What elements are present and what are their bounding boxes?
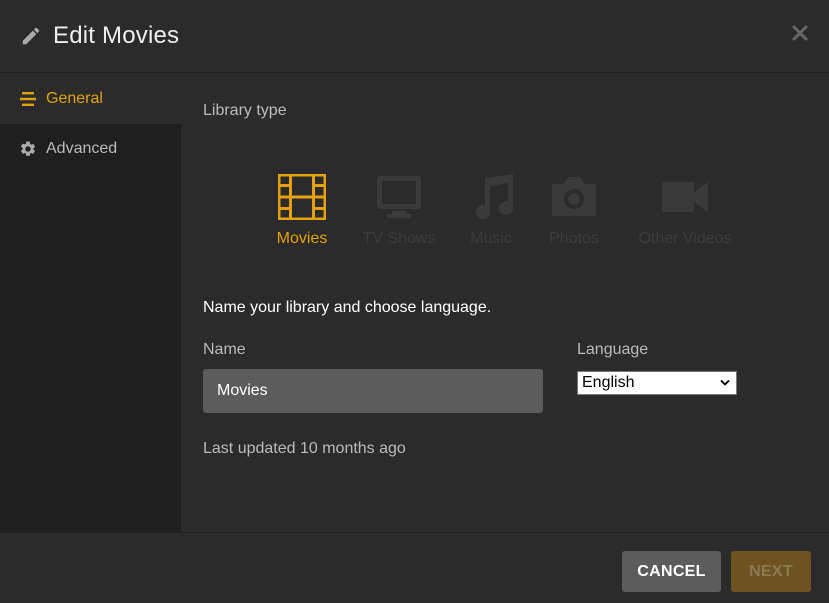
main-content: Library type Movies TV Shows Music Photo…: [181, 74, 829, 532]
edit-library-dialog: Edit Movies General Advanced Library typ…: [0, 0, 829, 603]
chevron-down-icon: [720, 379, 730, 386]
library-type-label: Other Videos: [638, 230, 732, 247]
last-updated-text: Last updated 10 months ago: [203, 440, 406, 457]
film-icon: [278, 174, 326, 220]
sidebar-item-advanced[interactable]: Advanced: [0, 124, 181, 174]
dialog-title: Edit Movies: [53, 22, 180, 49]
library-type-label: TV Shows: [362, 230, 436, 247]
sidebar-item-label: General: [46, 90, 103, 107]
sidebar-item-general[interactable]: General: [0, 74, 181, 124]
tv-icon: [377, 176, 421, 218]
language-select[interactable]: English: [577, 371, 737, 395]
next-button[interactable]: NEXT: [731, 551, 811, 592]
list-icon: [20, 92, 36, 106]
language-select-value: English: [582, 374, 635, 391]
close-icon[interactable]: [791, 24, 809, 42]
music-note-icon: [476, 174, 514, 220]
dialog-footer: CANCEL NEXT: [0, 532, 829, 603]
gear-icon: [20, 141, 36, 156]
library-name-input[interactable]: [203, 369, 543, 413]
camera-icon: [552, 177, 596, 216]
library-type-label: Photos: [549, 230, 599, 247]
library-type-label: Music: [470, 230, 512, 247]
library-type-tv-shows[interactable]: TV Shows: [357, 174, 441, 248]
video-camera-icon: [662, 182, 708, 212]
sidebar: General Advanced: [0, 74, 181, 532]
library-type-label: Movies: [276, 230, 328, 247]
section-heading: Name your library and choose language.: [203, 299, 492, 316]
library-type-music[interactable]: Music: [461, 174, 521, 248]
language-label: Language: [577, 341, 649, 358]
dialog-header: Edit Movies: [0, 0, 829, 73]
library-type-selector: Movies TV Shows Music Photos Other Video…: [181, 174, 829, 254]
name-label: Name: [203, 341, 246, 358]
pencil-icon: [22, 27, 40, 45]
cancel-button[interactable]: CANCEL: [622, 551, 721, 592]
sidebar-item-label: Advanced: [46, 140, 118, 157]
library-type-other-videos[interactable]: Other Videos: [633, 174, 737, 248]
library-type-label: Library type: [203, 102, 287, 119]
library-type-photos[interactable]: Photos: [541, 174, 607, 248]
library-type-movies[interactable]: Movies: [266, 174, 338, 248]
